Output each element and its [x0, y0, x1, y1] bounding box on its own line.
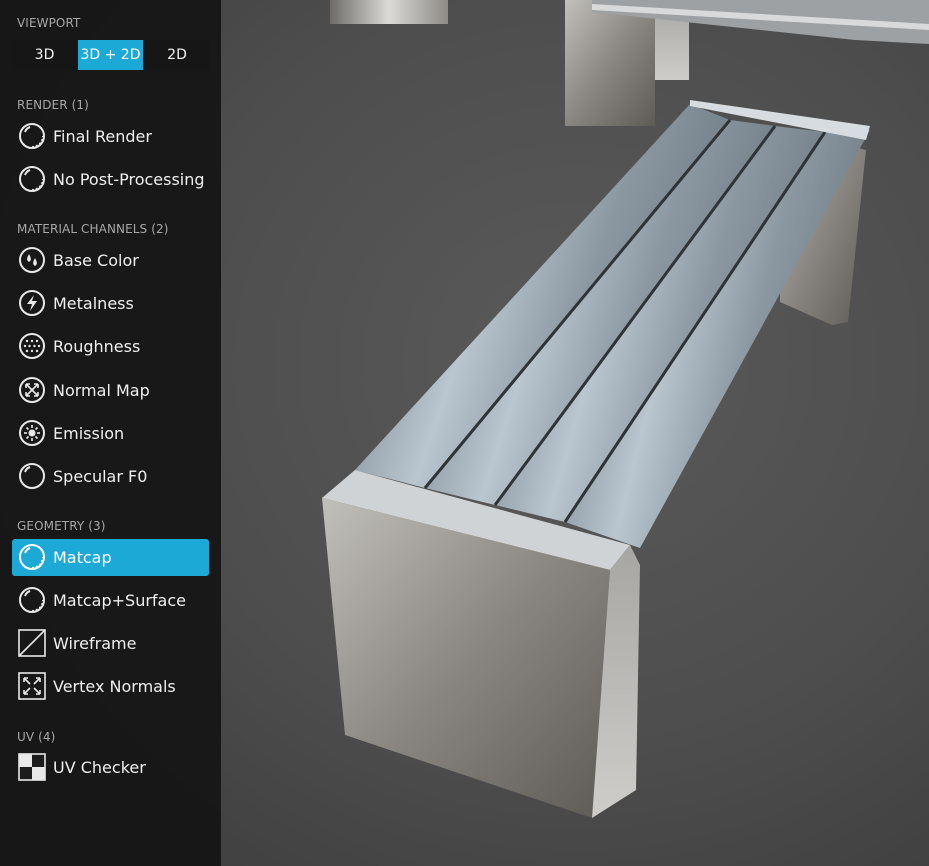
item-final-render[interactable]: Final Render [12, 118, 209, 155]
item-label: Emission [53, 424, 125, 443]
droplet-icon [19, 247, 45, 273]
sphere-icon [19, 123, 45, 149]
viewport-3d-button[interactable]: 3D [13, 40, 76, 70]
item-label: Matcap+Surface [53, 591, 186, 610]
item-metalness[interactable]: Metalness [12, 285, 209, 322]
arrows-out-icon [19, 377, 45, 403]
item-label: Metalness [53, 294, 134, 313]
item-label: Roughness [53, 337, 141, 356]
item-emission[interactable]: Emission [12, 415, 209, 452]
item-label: Base Color [53, 251, 139, 270]
item-vertex-normals[interactable]: Vertex Normals [12, 668, 209, 705]
item-matcap[interactable]: Matcap [12, 539, 209, 576]
section-title-geometry: GEOMETRY (3) [17, 519, 106, 533]
viewport-3d-2d-button[interactable]: 3D + 2D [78, 40, 143, 70]
dots-icon [19, 333, 45, 359]
sphere-icon [19, 587, 45, 613]
item-label: Wireframe [53, 634, 137, 653]
item-matcap-surface[interactable]: Matcap+Surface [12, 582, 209, 619]
viewport-mode-toggle: 3D 3D + 2D 2D [13, 40, 209, 70]
sphere-icon [19, 166, 45, 192]
lightning-icon [19, 290, 45, 316]
vertex-normals-icon [18, 672, 46, 700]
section-title-uv: UV (4) [17, 730, 56, 744]
item-specular-f0[interactable]: Specular F0 [12, 458, 209, 495]
item-label: No Post-Processing [53, 170, 205, 189]
item-label: Final Render [53, 127, 152, 146]
item-roughness[interactable]: Roughness [12, 328, 209, 365]
item-wireframe[interactable]: Wireframe [12, 625, 209, 662]
item-label: UV Checker [53, 758, 146, 777]
sun-icon [19, 420, 45, 446]
item-normal-map[interactable]: Normal Map [12, 372, 209, 409]
item-label: Vertex Normals [53, 677, 176, 696]
item-label: Normal Map [53, 381, 150, 400]
item-uv-checker[interactable]: UV Checker [12, 749, 209, 786]
viewport-2d-button[interactable]: 2D [145, 40, 209, 70]
wireframe-icon [18, 629, 46, 657]
item-label: Matcap [53, 548, 112, 567]
section-title-material-channels: MATERIAL CHANNELS (2) [17, 222, 169, 236]
item-label: Specular F0 [53, 467, 148, 486]
app-root: VIEWPORT 3D 3D + 2D 2D RENDER (1) Final … [0, 0, 929, 866]
item-base-color[interactable]: Base Color [12, 242, 209, 279]
sphere-icon [19, 544, 45, 570]
viewer-sidebar: VIEWPORT 3D 3D + 2D 2D RENDER (1) Final … [0, 0, 221, 866]
checker-icon [18, 753, 46, 781]
item-no-post-processing[interactable]: No Post-Processing [12, 161, 209, 198]
sphere-icon [19, 463, 45, 489]
section-title-render: RENDER (1) [17, 98, 89, 112]
section-title-viewport: VIEWPORT [17, 16, 81, 30]
